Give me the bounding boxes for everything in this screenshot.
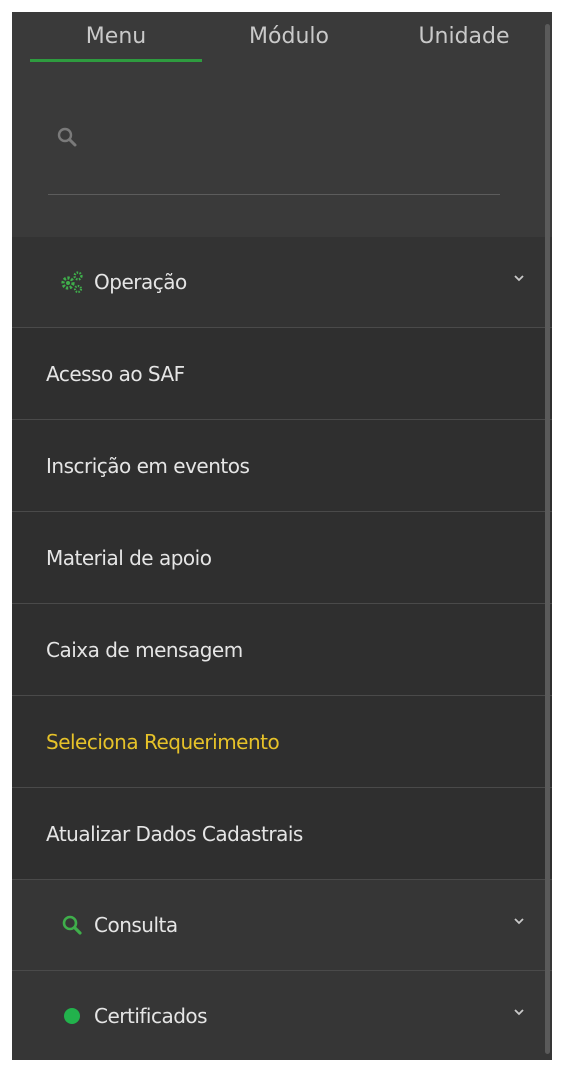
sidebar-menu-panel: Menu Módulo Unidade Operação Acesso ao S… bbox=[12, 12, 552, 1060]
chevron-down-icon bbox=[514, 918, 524, 925]
gears-icon bbox=[61, 271, 83, 294]
section-operacao[interactable]: Operação bbox=[12, 237, 552, 328]
scrollbar[interactable] bbox=[545, 24, 550, 1054]
search-icon bbox=[62, 915, 82, 935]
tab-bar: Menu Módulo Unidade bbox=[12, 12, 542, 62]
chevron-down-icon bbox=[514, 1009, 524, 1016]
menu-item-acesso-saf[interactable]: Acesso ao SAF bbox=[12, 328, 552, 420]
menu-list: Operação Acesso ao SAF Inscrição em even… bbox=[12, 237, 552, 1060]
section-certificados-label: Certificados bbox=[94, 1004, 208, 1028]
menu-item-atualizar-dados[interactable]: Atualizar Dados Cadastrais bbox=[12, 788, 552, 880]
tab-menu[interactable]: Menu bbox=[30, 24, 202, 62]
section-operacao-label: Operação bbox=[94, 270, 187, 294]
menu-item-inscricao-eventos[interactable]: Inscrição em eventos bbox=[12, 420, 552, 512]
chevron-down-icon bbox=[514, 275, 524, 282]
menu-item-seleciona-requerimento[interactable]: Seleciona Requerimento bbox=[12, 696, 552, 788]
section-certificados[interactable]: Certificados bbox=[12, 971, 552, 1060]
section-consulta-label: Consulta bbox=[94, 913, 178, 937]
green-dot-icon bbox=[64, 1008, 80, 1024]
section-consulta[interactable]: Consulta bbox=[12, 880, 552, 971]
menu-item-caixa-mensagem[interactable]: Caixa de mensagem bbox=[12, 604, 552, 696]
tab-modulo[interactable]: Módulo bbox=[224, 24, 354, 62]
search-icon bbox=[57, 127, 77, 147]
menu-item-material-apoio[interactable]: Material de apoio bbox=[12, 512, 552, 604]
tab-unidade[interactable]: Unidade bbox=[384, 24, 544, 62]
search-input[interactable] bbox=[88, 120, 492, 156]
search-field[interactable] bbox=[48, 114, 500, 195]
